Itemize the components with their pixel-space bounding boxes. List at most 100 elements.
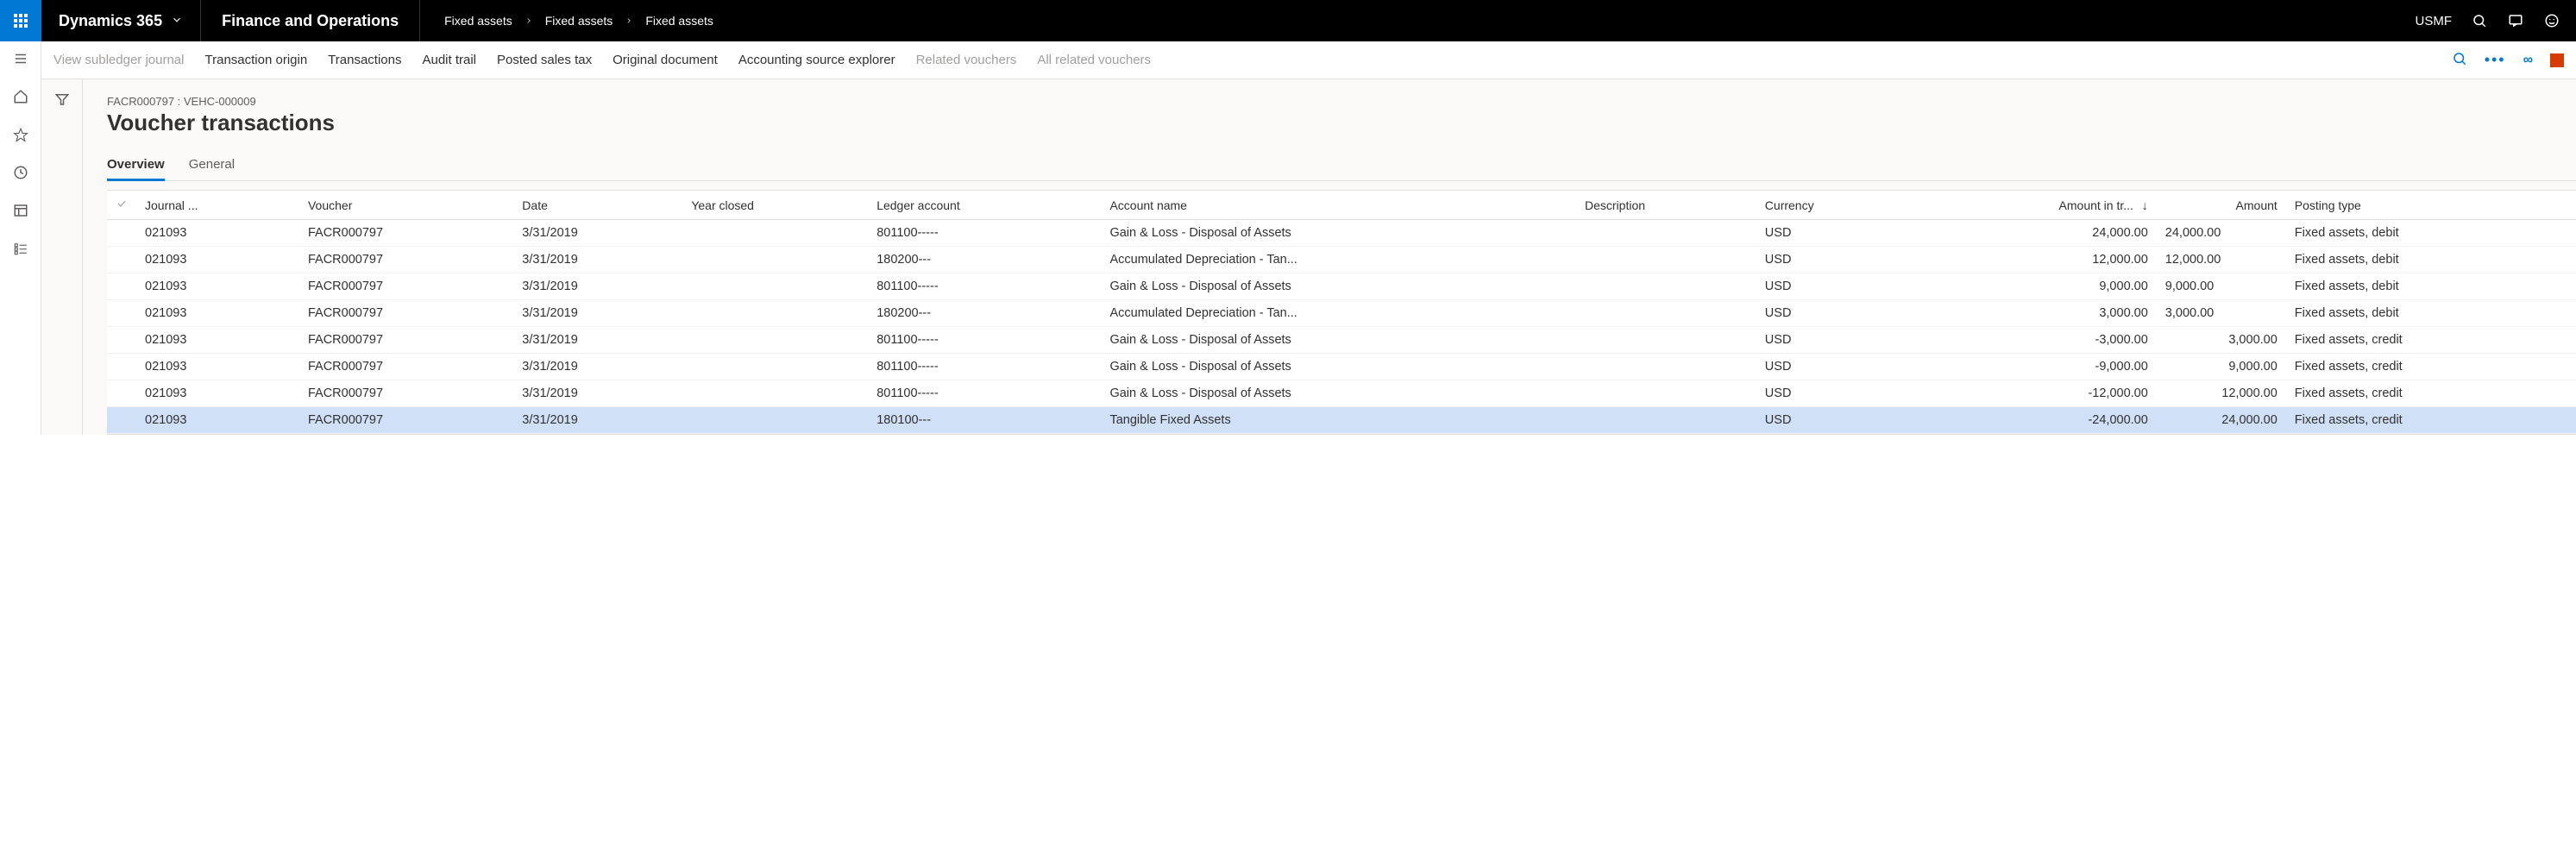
- action-original-document[interactable]: Original document: [613, 53, 718, 67]
- cell-date: 3/31/2019: [513, 220, 682, 247]
- cell-date: 3/31/2019: [513, 407, 682, 434]
- search-icon[interactable]: [2471, 12, 2488, 29]
- row-checkbox[interactable]: [107, 273, 136, 300]
- row-checkbox[interactable]: [107, 220, 136, 247]
- cell-description: [1576, 354, 1756, 380]
- table-row[interactable]: 021093FACR0007973/31/2019180100---Tangib…: [107, 407, 2576, 434]
- table-row[interactable]: 021093FACR0007973/31/2019801100-----Gain…: [107, 354, 2576, 380]
- table-row[interactable]: 021093FACR0007973/31/2019180200---Accumu…: [107, 300, 2576, 327]
- col-amount[interactable]: Amount: [2157, 191, 2286, 220]
- cell-posting-type: Fixed assets, debit: [2286, 220, 2576, 247]
- col-year-closed[interactable]: Year closed: [682, 191, 868, 220]
- table-row[interactable]: 021093FACR0007973/31/2019801100-----Gain…: [107, 380, 2576, 407]
- cell-account-name: Gain & Loss - Disposal of Assets: [1101, 273, 1576, 300]
- brand-dropdown[interactable]: Dynamics 365: [41, 0, 201, 41]
- cell-amount: 12,000.00: [2157, 380, 2286, 407]
- row-checkbox[interactable]: [107, 407, 136, 434]
- col-voucher[interactable]: Voucher: [299, 191, 513, 220]
- tab-overview[interactable]: Overview: [107, 152, 165, 180]
- chevron-right-icon: [625, 14, 633, 28]
- company-picker[interactable]: USMF: [2416, 14, 2453, 28]
- row-checkbox[interactable]: [107, 354, 136, 380]
- cell-currency: USD: [1756, 354, 1910, 380]
- cell-voucher: FACR000797: [299, 380, 513, 407]
- brand-label: Dynamics 365: [59, 12, 162, 30]
- row-checkbox[interactable]: [107, 300, 136, 327]
- row-checkbox[interactable]: [107, 380, 136, 407]
- action-view-subledger: View subledger journal: [53, 53, 185, 67]
- feedback-icon[interactable]: [2507, 12, 2524, 29]
- app-launcher-button[interactable]: [0, 0, 41, 41]
- recent-icon[interactable]: [12, 164, 29, 181]
- cell-account-name: Gain & Loss - Disposal of Assets: [1101, 220, 1576, 247]
- row-checkbox[interactable]: [107, 247, 136, 273]
- cell-ledger-account: 801100-----: [868, 273, 1101, 300]
- breadcrumb-item[interactable]: Fixed assets: [444, 14, 512, 28]
- cell-voucher: FACR000797: [299, 327, 513, 354]
- col-ledger-account[interactable]: Ledger account: [868, 191, 1101, 220]
- cell-ledger-account: 801100-----: [868, 327, 1101, 354]
- cell-journal: 021093: [136, 247, 299, 273]
- cell-amount-in-trans: -12,000.00: [1910, 380, 2157, 407]
- cell-posting-type: Fixed assets, debit: [2286, 300, 2576, 327]
- cell-currency: USD: [1756, 300, 1910, 327]
- cell-year-closed: [682, 354, 868, 380]
- hamburger-icon[interactable]: [12, 50, 29, 67]
- home-icon[interactable]: [12, 88, 29, 105]
- office-icon[interactable]: [2550, 53, 2564, 67]
- table-row[interactable]: 021093FACR0007973/31/2019801100-----Gain…: [107, 273, 2576, 300]
- col-journal[interactable]: Journal ...: [136, 191, 299, 220]
- breadcrumb-item[interactable]: Fixed assets: [645, 14, 713, 28]
- cell-posting-type: Fixed assets, debit: [2286, 273, 2576, 300]
- cell-posting-type: Fixed assets, credit: [2286, 407, 2576, 434]
- top-bar: Dynamics 365 Finance and Operations Fixe…: [0, 0, 2576, 41]
- cell-description: [1576, 380, 1756, 407]
- col-account-name[interactable]: Account name: [1101, 191, 1576, 220]
- cell-journal: 021093: [136, 354, 299, 380]
- page-title: Voucher transactions: [107, 110, 2576, 136]
- table-row[interactable]: 021093FACR0007973/31/2019 801100-----Gain…: [107, 220, 2576, 247]
- more-actions-button[interactable]: •••: [2485, 51, 2506, 69]
- col-currency[interactable]: Currency: [1756, 191, 1910, 220]
- cell-amount-in-trans: -24,000.00: [1910, 407, 2157, 434]
- cell-ledger-account: 801100-----: [868, 220, 1101, 247]
- table-row[interactable]: 021093FACR0007973/31/2019801100-----Gain…: [107, 327, 2576, 354]
- sort-descending-icon: ↓: [2142, 198, 2148, 212]
- cell-posting-type: Fixed assets, credit: [2286, 327, 2576, 354]
- action-transactions[interactable]: Transactions: [328, 53, 401, 67]
- cell-voucher: FACR000797: [299, 300, 513, 327]
- filter-icon[interactable]: [54, 91, 70, 435]
- col-date[interactable]: Date: [513, 191, 682, 220]
- col-amount-in-trans-label: Amount in tr...: [2059, 198, 2133, 212]
- action-posted-sales-tax[interactable]: Posted sales tax: [497, 53, 592, 67]
- select-all-checkbox[interactable]: [107, 191, 136, 220]
- workspaces-icon[interactable]: [12, 202, 29, 219]
- cell-description: [1576, 300, 1756, 327]
- cell-currency: USD: [1756, 220, 1910, 247]
- col-description[interactable]: Description: [1576, 191, 1756, 220]
- cell-voucher: FACR000797: [299, 220, 513, 247]
- cell-amount: 3,000.00: [2157, 327, 2286, 354]
- find-icon[interactable]: [2452, 51, 2467, 70]
- col-amount-in-trans[interactable]: Amount in tr... ↓: [1910, 191, 2157, 220]
- row-checkbox[interactable]: [107, 327, 136, 354]
- breadcrumb-item[interactable]: Fixed assets: [545, 14, 613, 28]
- star-icon[interactable]: [12, 126, 29, 143]
- smiley-icon[interactable]: [2543, 12, 2560, 29]
- col-posting-type[interactable]: Posting type: [2286, 191, 2576, 220]
- dual-write-icon[interactable]: ∞: [2523, 53, 2533, 68]
- cell-posting-type: Fixed assets, debit: [2286, 247, 2576, 273]
- action-accounting-source-explorer[interactable]: Accounting source explorer: [738, 53, 895, 67]
- action-audit-trail[interactable]: Audit trail: [422, 53, 476, 67]
- cell-voucher: FACR000797: [299, 354, 513, 380]
- modules-icon[interactable]: [12, 240, 29, 257]
- cell-account-name: Gain & Loss - Disposal of Assets: [1101, 327, 1576, 354]
- cell-journal: 021093: [136, 220, 299, 247]
- cell-date: 3/31/2019: [513, 327, 682, 354]
- cell-account-name: Gain & Loss - Disposal of Assets: [1101, 380, 1576, 407]
- table-row[interactable]: 021093FACR0007973/31/2019180200---Accumu…: [107, 247, 2576, 273]
- cell-date: 3/31/2019: [513, 380, 682, 407]
- tab-general[interactable]: General: [189, 152, 235, 180]
- cell-currency: USD: [1756, 247, 1910, 273]
- action-transaction-origin[interactable]: Transaction origin: [205, 53, 308, 67]
